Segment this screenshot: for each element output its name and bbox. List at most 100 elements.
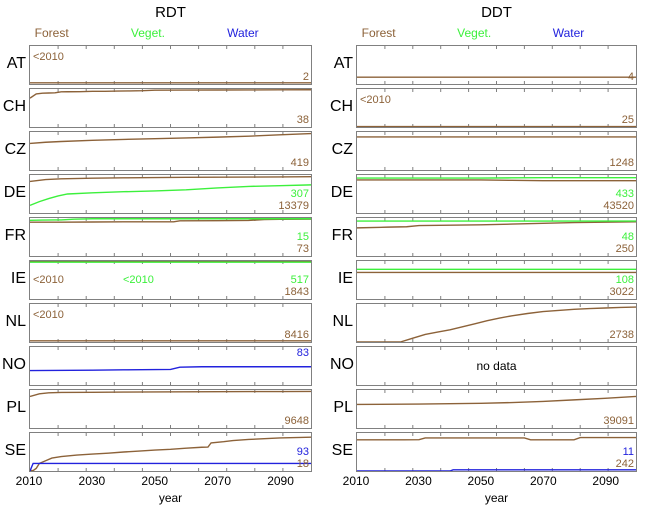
row-label-ch: CH [330,98,354,115]
end-value-forest: 38 [296,114,309,126]
x-tick-2030: 2030 [78,474,106,488]
end-value-water: 93 [296,446,309,458]
row-label-at: AT [6,55,26,72]
legend-item-vegetation: Veget. [130,26,165,40]
row-label-se: SE [4,442,26,459]
x-axis-label: year [158,491,183,505]
chart-column-ddt: DDT Forest Veget. Water AT 4 CH <2010 25 CZ 1248 DE… [330,0,645,515]
panel-rdt-se: 93 18 [29,432,312,472]
plot-area-nl [357,304,636,342]
plot-area-pl [357,390,636,428]
panel-rdt-cz: 419 [29,131,312,171]
plot-area-cz [357,132,636,170]
end-value-water: 83 [296,347,309,359]
panel-ddt-fr: 48 250 [356,217,637,257]
panel-ddt-no: no data [356,346,637,386]
row-label-at: AT [333,55,353,72]
row-label-cz: CZ [4,141,26,158]
end-value-forest: 73 [296,243,309,255]
panel-ddt-de: 433 43520 [356,174,637,214]
x-tick-2010: 2010 [15,474,43,488]
row-label-fr: FR [4,227,26,244]
plot-area-fr [30,218,311,256]
end-value-forest: 2738 [609,329,634,341]
panel-rdt-at: <2010 2 [29,45,312,85]
x-tick-2070: 2070 [529,474,557,488]
panel-ddt-ch: <2010 25 [356,88,637,128]
pre2010-note-veget: <2010 [123,274,154,286]
x-tick-2050: 2050 [467,474,495,488]
end-value-veget: 48 [621,231,634,243]
series-line-forest [30,391,311,396]
chart-column-rdt: RDT Forest Veget. Water AT <2010 2 CH 38 CZ 419 DE 3… [0,0,324,515]
plot-area-se [357,433,636,471]
end-value-forest: 43520 [603,200,634,212]
plot-area-se [30,433,311,471]
x-tick-2090: 2090 [267,474,294,488]
end-value-forest: 8416 [284,329,309,341]
legend: Forest Veget. Water [330,26,645,42]
plot-area-ie [357,261,636,299]
x-axis-label: year [484,491,509,505]
row-label-fr: FR [331,227,353,244]
series-line-veget [30,185,311,206]
row-label-no: NO [330,356,354,373]
row-label-nl: NL [332,313,353,330]
plot-area-pl [30,390,311,428]
plot-area-cz [30,132,311,170]
panel-rdt-ch: 38 [29,88,312,128]
end-value-forest: 25 [621,114,634,126]
end-value-forest: 13379 [278,200,309,212]
panel-ddt-se: 11 242 [356,432,637,472]
end-value-water: 11 [622,446,634,458]
plot-area-no [30,347,311,385]
end-value-veget: 307 [290,188,309,200]
row-label-pl: PL [333,399,353,416]
chart-title-rdt: RDT [155,4,186,21]
legend-item-water: Water [552,26,585,40]
panel-rdt-pl: 9648 [29,389,312,429]
row-label-no: NO [2,356,26,373]
end-value-forest: 242 [615,458,634,470]
plot-area-at [357,46,636,84]
panel-ddt-nl: 2738 [356,303,637,343]
series-line-water [30,367,311,371]
row-label-cz: CZ [331,141,353,158]
plot-area-ch [357,89,636,127]
end-value-forest: 1843 [284,286,309,298]
series-line-forest [30,437,311,470]
series-line-forest [357,180,636,181]
panel-rdt-fr: 15 73 [29,217,312,257]
plot-area-nl [30,304,311,342]
panel-rdt-de: 307 13379 [29,174,312,214]
plot-area-at [30,46,311,84]
pre2010-note-forest: <2010 [33,309,64,321]
end-value-forest: 3022 [609,286,634,298]
end-value-forest: 1248 [609,157,634,169]
series-line-forest [357,438,636,440]
panel-ddt-at: 4 [356,45,637,85]
x-tick-2010: 2010 [342,474,370,488]
row-label-nl: NL [5,313,26,330]
plot-area-ie [30,261,311,299]
series-line-forest [30,134,311,144]
panel-rdt-no: 83 [29,346,312,386]
end-value-forest: 39091 [603,415,634,427]
end-value-forest: 419 [290,157,309,169]
plot-area-ch [30,89,311,127]
end-value-veget: 517 [290,274,309,286]
x-axis-ticks: 2010 2030 2050 2070 2090 [330,474,645,490]
panel-ddt-cz: 1248 [356,131,637,171]
figure-root: RDT Forest Veget. Water AT <2010 2 CH 38 CZ 419 DE 3… [0,0,645,515]
x-tick-2090: 2090 [592,474,620,488]
series-line-forest [30,177,311,182]
series-line-forest [357,307,636,342]
chart-title-ddt: DDT [481,4,512,21]
legend-item-water: Water [227,26,259,40]
x-tick-2070: 2070 [204,474,232,488]
end-value-veget: 108 [615,274,634,286]
legend-item-forest: Forest [361,26,396,40]
x-axis-ticks: 2010 2030 2050 2070 2090 [0,474,324,490]
series-line-forest [357,222,636,228]
row-label-ch: CH [2,98,26,115]
